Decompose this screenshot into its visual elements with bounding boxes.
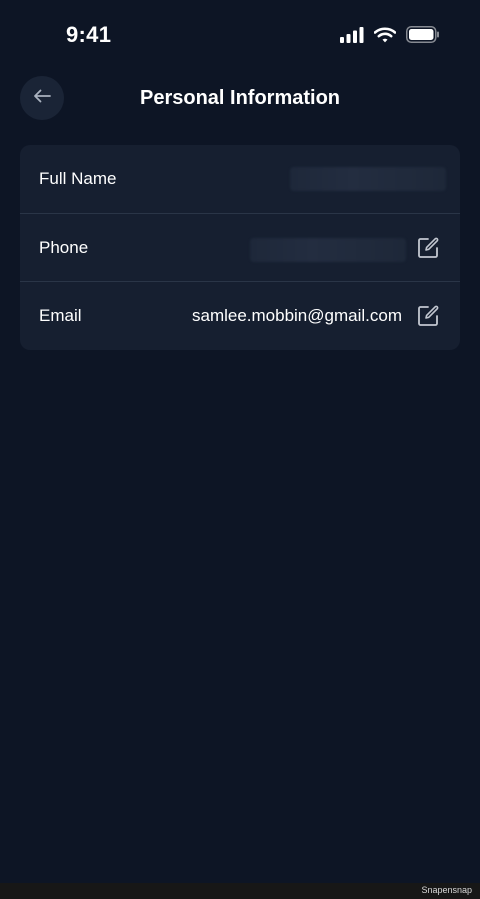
page-title: Personal Information [139, 87, 341, 109]
edit-phone-icon[interactable] [417, 237, 439, 259]
email-label: Email [39, 305, 82, 325]
wifi-icon [374, 26, 396, 43]
watermark-text: Snapensnap [421, 885, 472, 895]
status-icons [340, 26, 440, 43]
status-bar: 9:41 [0, 0, 480, 70]
full-name-row: Full Name [20, 145, 460, 213]
battery-icon [406, 26, 440, 43]
personal-information-screen: 9:41 Personal Information Full Name Phon… [0, 0, 480, 899]
phone-label: Phone [39, 237, 89, 257]
watermark-bar: Snapensnap [0, 883, 480, 899]
full-name-value-obscured [290, 167, 446, 191]
status-time: 9:41 [66, 22, 112, 47]
signal-icon [340, 26, 364, 43]
personal-info-card: Full Name Phone Email samlee.mobbin@gmai… [20, 145, 460, 350]
full-name-label: Full Name [39, 169, 117, 188]
email-value: samlee.mobbin@gmail.com [191, 305, 402, 325]
header: Personal Information [0, 76, 480, 122]
phone-row: Phone [20, 213, 460, 281]
phone-value-obscured [250, 238, 406, 262]
email-row: Email samlee.mobbin@gmail.com [20, 281, 460, 349]
edit-email-icon[interactable] [417, 305, 439, 327]
